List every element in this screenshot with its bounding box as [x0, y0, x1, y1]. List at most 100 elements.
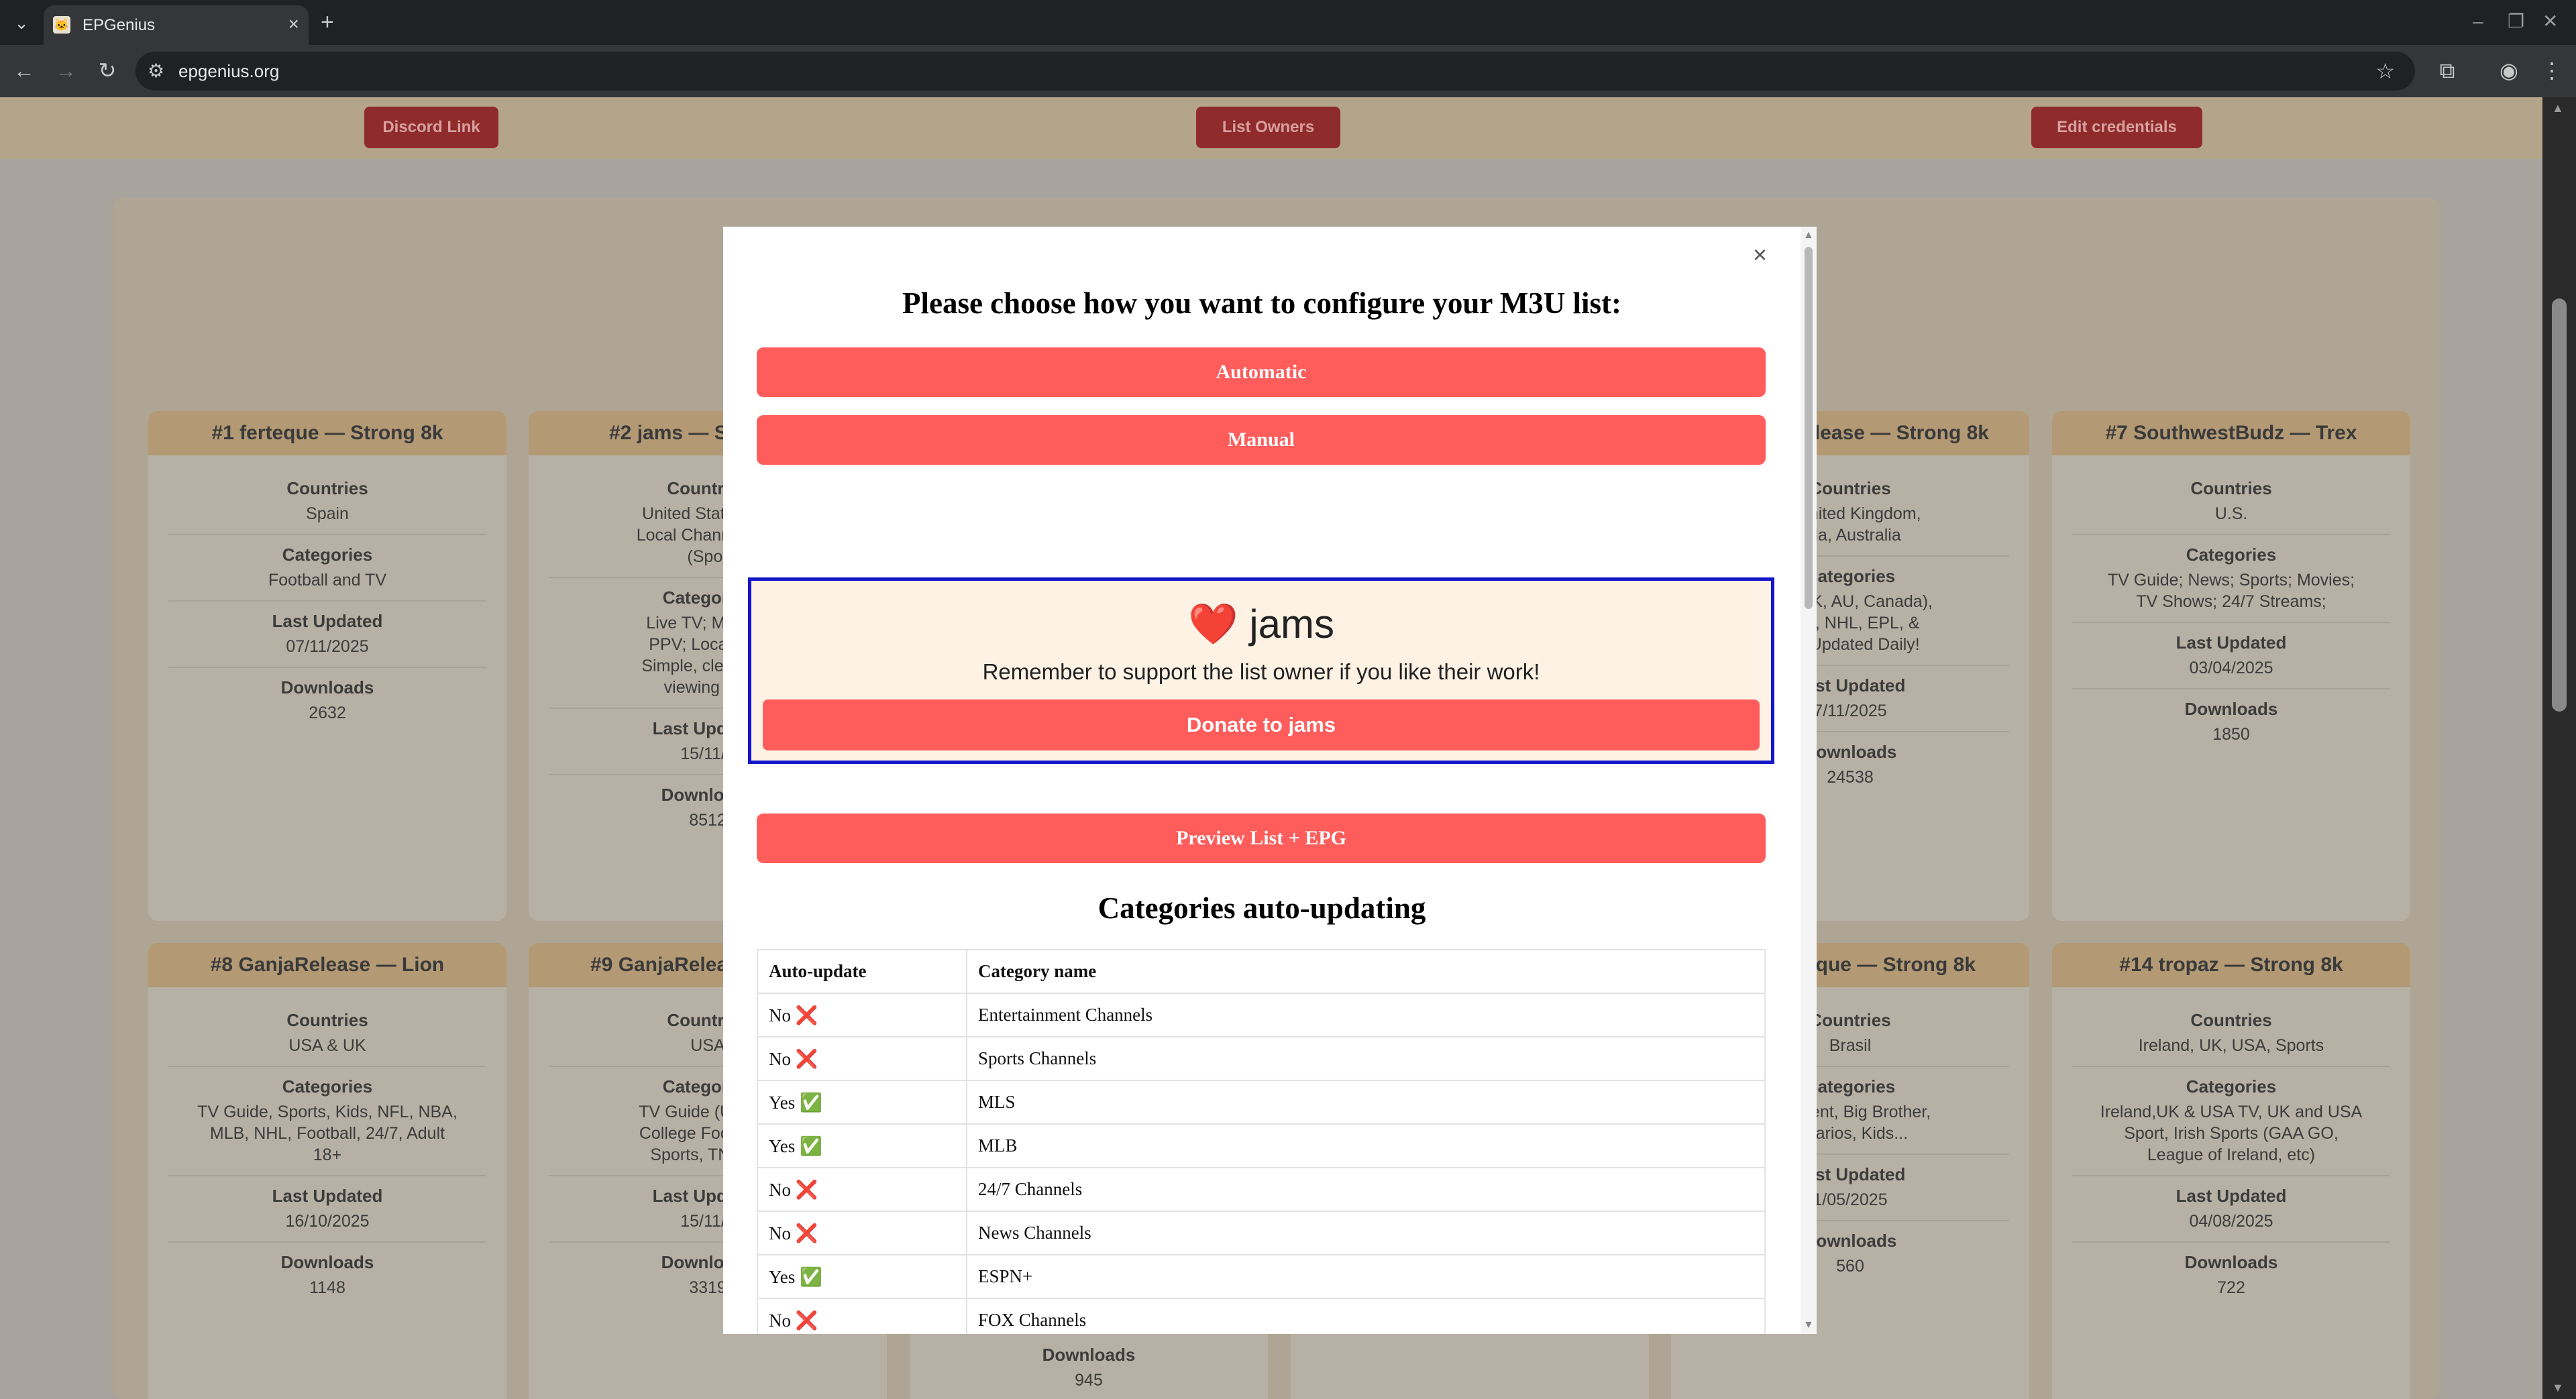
card-value: 945 — [1075, 1371, 1103, 1390]
bookmark-star-icon[interactable]: ☆ — [2375, 58, 2395, 84]
reload-icon[interactable]: ↻ — [94, 57, 121, 84]
card-value: 722 — [2217, 1278, 2245, 1297]
restore-icon[interactable]: ❐ — [2508, 9, 2524, 34]
window-close-icon[interactable]: ✕ — [2542, 9, 2558, 34]
page-scrollbar[interactable]: ▲ ▼ — [2542, 97, 2576, 1399]
owner-name: jams — [1249, 602, 1335, 647]
donate-owner-heading: ❤️ jams — [751, 601, 1771, 648]
forward-icon[interactable]: → — [52, 57, 79, 84]
donate-message: Remember to support the list owner if yo… — [982, 659, 1540, 684]
epgenius-favicon: 🐱 — [53, 16, 70, 34]
tab-title: EPGenius — [83, 16, 156, 34]
tab-search-icon[interactable]: ⌄ — [8, 9, 35, 36]
auto-update-cell: No ❌ — [757, 1167, 967, 1212]
modal-scrollbar[interactable]: ▲ ▼ — [1801, 227, 1817, 1334]
card-label: Last Updated — [272, 1186, 383, 1206]
minimize-icon[interactable]: – — [2473, 9, 2483, 34]
edit-credentials-button[interactable]: Edit credentials — [2031, 107, 2202, 148]
auto-update-cell: No ❌ — [757, 1298, 967, 1334]
browser-tab[interactable]: 🐱 EPGenius × — [44, 5, 309, 45]
close-icon[interactable]: × — [1753, 241, 1767, 268]
card-label: Downloads — [2184, 699, 2278, 719]
scroll-down-icon[interactable]: ▼ — [1803, 1319, 1814, 1331]
modal-title: Please choose how you want to configure … — [902, 286, 1622, 320]
auto-update-cell: No ❌ — [757, 993, 967, 1038]
card-title: #8 GanjaRelease — Lion — [148, 943, 506, 987]
card-value: 04/08/2025 — [2072, 1211, 2390, 1243]
card-label: Countries — [286, 478, 368, 498]
scrollbar-thumb[interactable] — [1805, 247, 1813, 609]
card-value: Football and TV — [168, 569, 486, 602]
preview-list-epg-button[interactable]: Preview List + EPG — [757, 814, 1766, 863]
card-value: Ireland, UK, USA, Sports — [2072, 1035, 2390, 1067]
category-name-cell: ESPN+ — [966, 1254, 1766, 1299]
auto-update-cell: Yes ✅ — [757, 1080, 967, 1125]
table-row[interactable]: No ❌ News Channels — [757, 1211, 1766, 1255]
card-value: 2632 — [309, 704, 346, 722]
card-value: TV Guide, Sports, Kids, NFL, NBA, MLB, N… — [168, 1101, 486, 1176]
more-menu-icon[interactable]: ⋮ — [2538, 57, 2565, 84]
category-name-cell: 24/7 Channels — [966, 1167, 1766, 1212]
category-name-cell: MLS — [966, 1080, 1766, 1125]
column-header: Category name — [966, 949, 1766, 994]
scroll-up-icon[interactable]: ▲ — [2552, 101, 2564, 115]
card-value: 16/10/2025 — [168, 1211, 486, 1243]
heart-icon: ❤️ — [1187, 602, 1238, 647]
auto-update-cell: No ❌ — [757, 1211, 967, 1255]
categories-table: Auto-update Category name No ❌ Entertainm… — [757, 949, 1766, 1334]
card-label: Last Updated — [2176, 632, 2287, 653]
table-row[interactable]: Yes ✅ ESPN+ — [757, 1254, 1766, 1299]
back-icon[interactable]: ← — [11, 57, 38, 84]
discord-link-button[interactable]: Discord Link — [364, 107, 498, 148]
table-row[interactable]: No ❌ FOX Channels — [757, 1298, 1766, 1334]
card-value: 1148 — [309, 1278, 345, 1297]
url-text[interactable]: epgenius.org — [178, 61, 279, 81]
auto-update-cell: Yes ✅ — [757, 1123, 967, 1168]
card-value: 03/04/2025 — [2072, 657, 2390, 689]
card-value: U.S. — [2072, 503, 2390, 535]
card-label: Downloads — [1042, 1345, 1136, 1365]
card-value: Ireland,UK & USA TV, UK and USA Sport, I… — [2072, 1101, 2390, 1176]
card-value: 1850 — [2212, 725, 2250, 744]
close-icon[interactable]: × — [288, 13, 299, 35]
donate-box: ❤️ jams Remember to support the list own… — [748, 577, 1774, 764]
automatic-button[interactable]: Automatic — [757, 347, 1766, 397]
card-value: 07/11/2025 — [168, 636, 486, 668]
scrollbar-thumb[interactable] — [2552, 298, 2567, 712]
category-name-cell: MLB — [966, 1123, 1766, 1168]
card-value: TV Guide; News; Sports; Movies; TV Shows… — [2072, 569, 2390, 623]
address-bar[interactable]: ⚙ epgenius.org ☆ — [136, 52, 2415, 91]
auto-update-cell: No ❌ — [757, 1036, 967, 1081]
table-header-row: Auto-update Category name — [757, 949, 1766, 994]
table-row[interactable]: No ❌ Entertainment Channels — [757, 993, 1766, 1038]
card-label: Downloads — [280, 677, 374, 697]
donate-button[interactable]: Donate to jams — [763, 700, 1760, 750]
categories-section-title: Categories auto-updating — [1097, 891, 1426, 925]
top-button-band: Discord Link List Owners Edit credential… — [0, 97, 2542, 159]
list-card[interactable]: #1 ferteque — Strong 8k Countries Spain … — [148, 411, 506, 921]
category-name-cell: Entertainment Channels — [966, 993, 1766, 1038]
card-label: Countries — [286, 1010, 368, 1030]
site-info-icon[interactable]: ⚙ — [148, 60, 164, 82]
profile-icon[interactable]: ◉ — [2496, 57, 2522, 84]
table-row[interactable]: Yes ✅ MLS — [757, 1080, 1766, 1125]
card-value: Spain — [168, 503, 486, 535]
list-card[interactable]: #8 GanjaRelease — Lion Countries USA & U… — [148, 943, 506, 1399]
list-card[interactable]: #14 tropaz — Strong 8k Countries Ireland… — [2052, 943, 2410, 1399]
table-row[interactable]: No ❌ Sports Channels — [757, 1036, 1766, 1081]
list-owners-button[interactable]: List Owners — [1196, 107, 1340, 148]
list-card[interactable]: #7 SouthwestBudz — Trex Countries U.S. C… — [2052, 411, 2410, 921]
manual-button[interactable]: Manual — [757, 415, 1766, 465]
table-row[interactable]: Yes ✅ MLB — [757, 1123, 1766, 1168]
new-tab-icon[interactable]: + — [321, 9, 334, 35]
table-row[interactable]: No ❌ 24/7 Channels — [757, 1167, 1766, 1212]
card-label: Categories — [2186, 1076, 2277, 1097]
card-label: Countries — [2190, 478, 2272, 498]
card-title: #7 SouthwestBudz — Trex — [2052, 411, 2410, 455]
category-name-cell: News Channels — [966, 1211, 1766, 1255]
scroll-up-icon[interactable]: ▲ — [1803, 229, 1814, 241]
tab-bar: ⌄ 🐱 EPGenius × + – ❐ ✕ — [0, 0, 2576, 45]
scroll-down-icon[interactable]: ▼ — [2552, 1381, 2564, 1395]
extensions-icon[interactable]: ⧉ — [2434, 57, 2461, 84]
nav-bar: ← → ↻ ⚙ epgenius.org ☆ ⧉ ◉ ⋮ — [0, 45, 2576, 97]
